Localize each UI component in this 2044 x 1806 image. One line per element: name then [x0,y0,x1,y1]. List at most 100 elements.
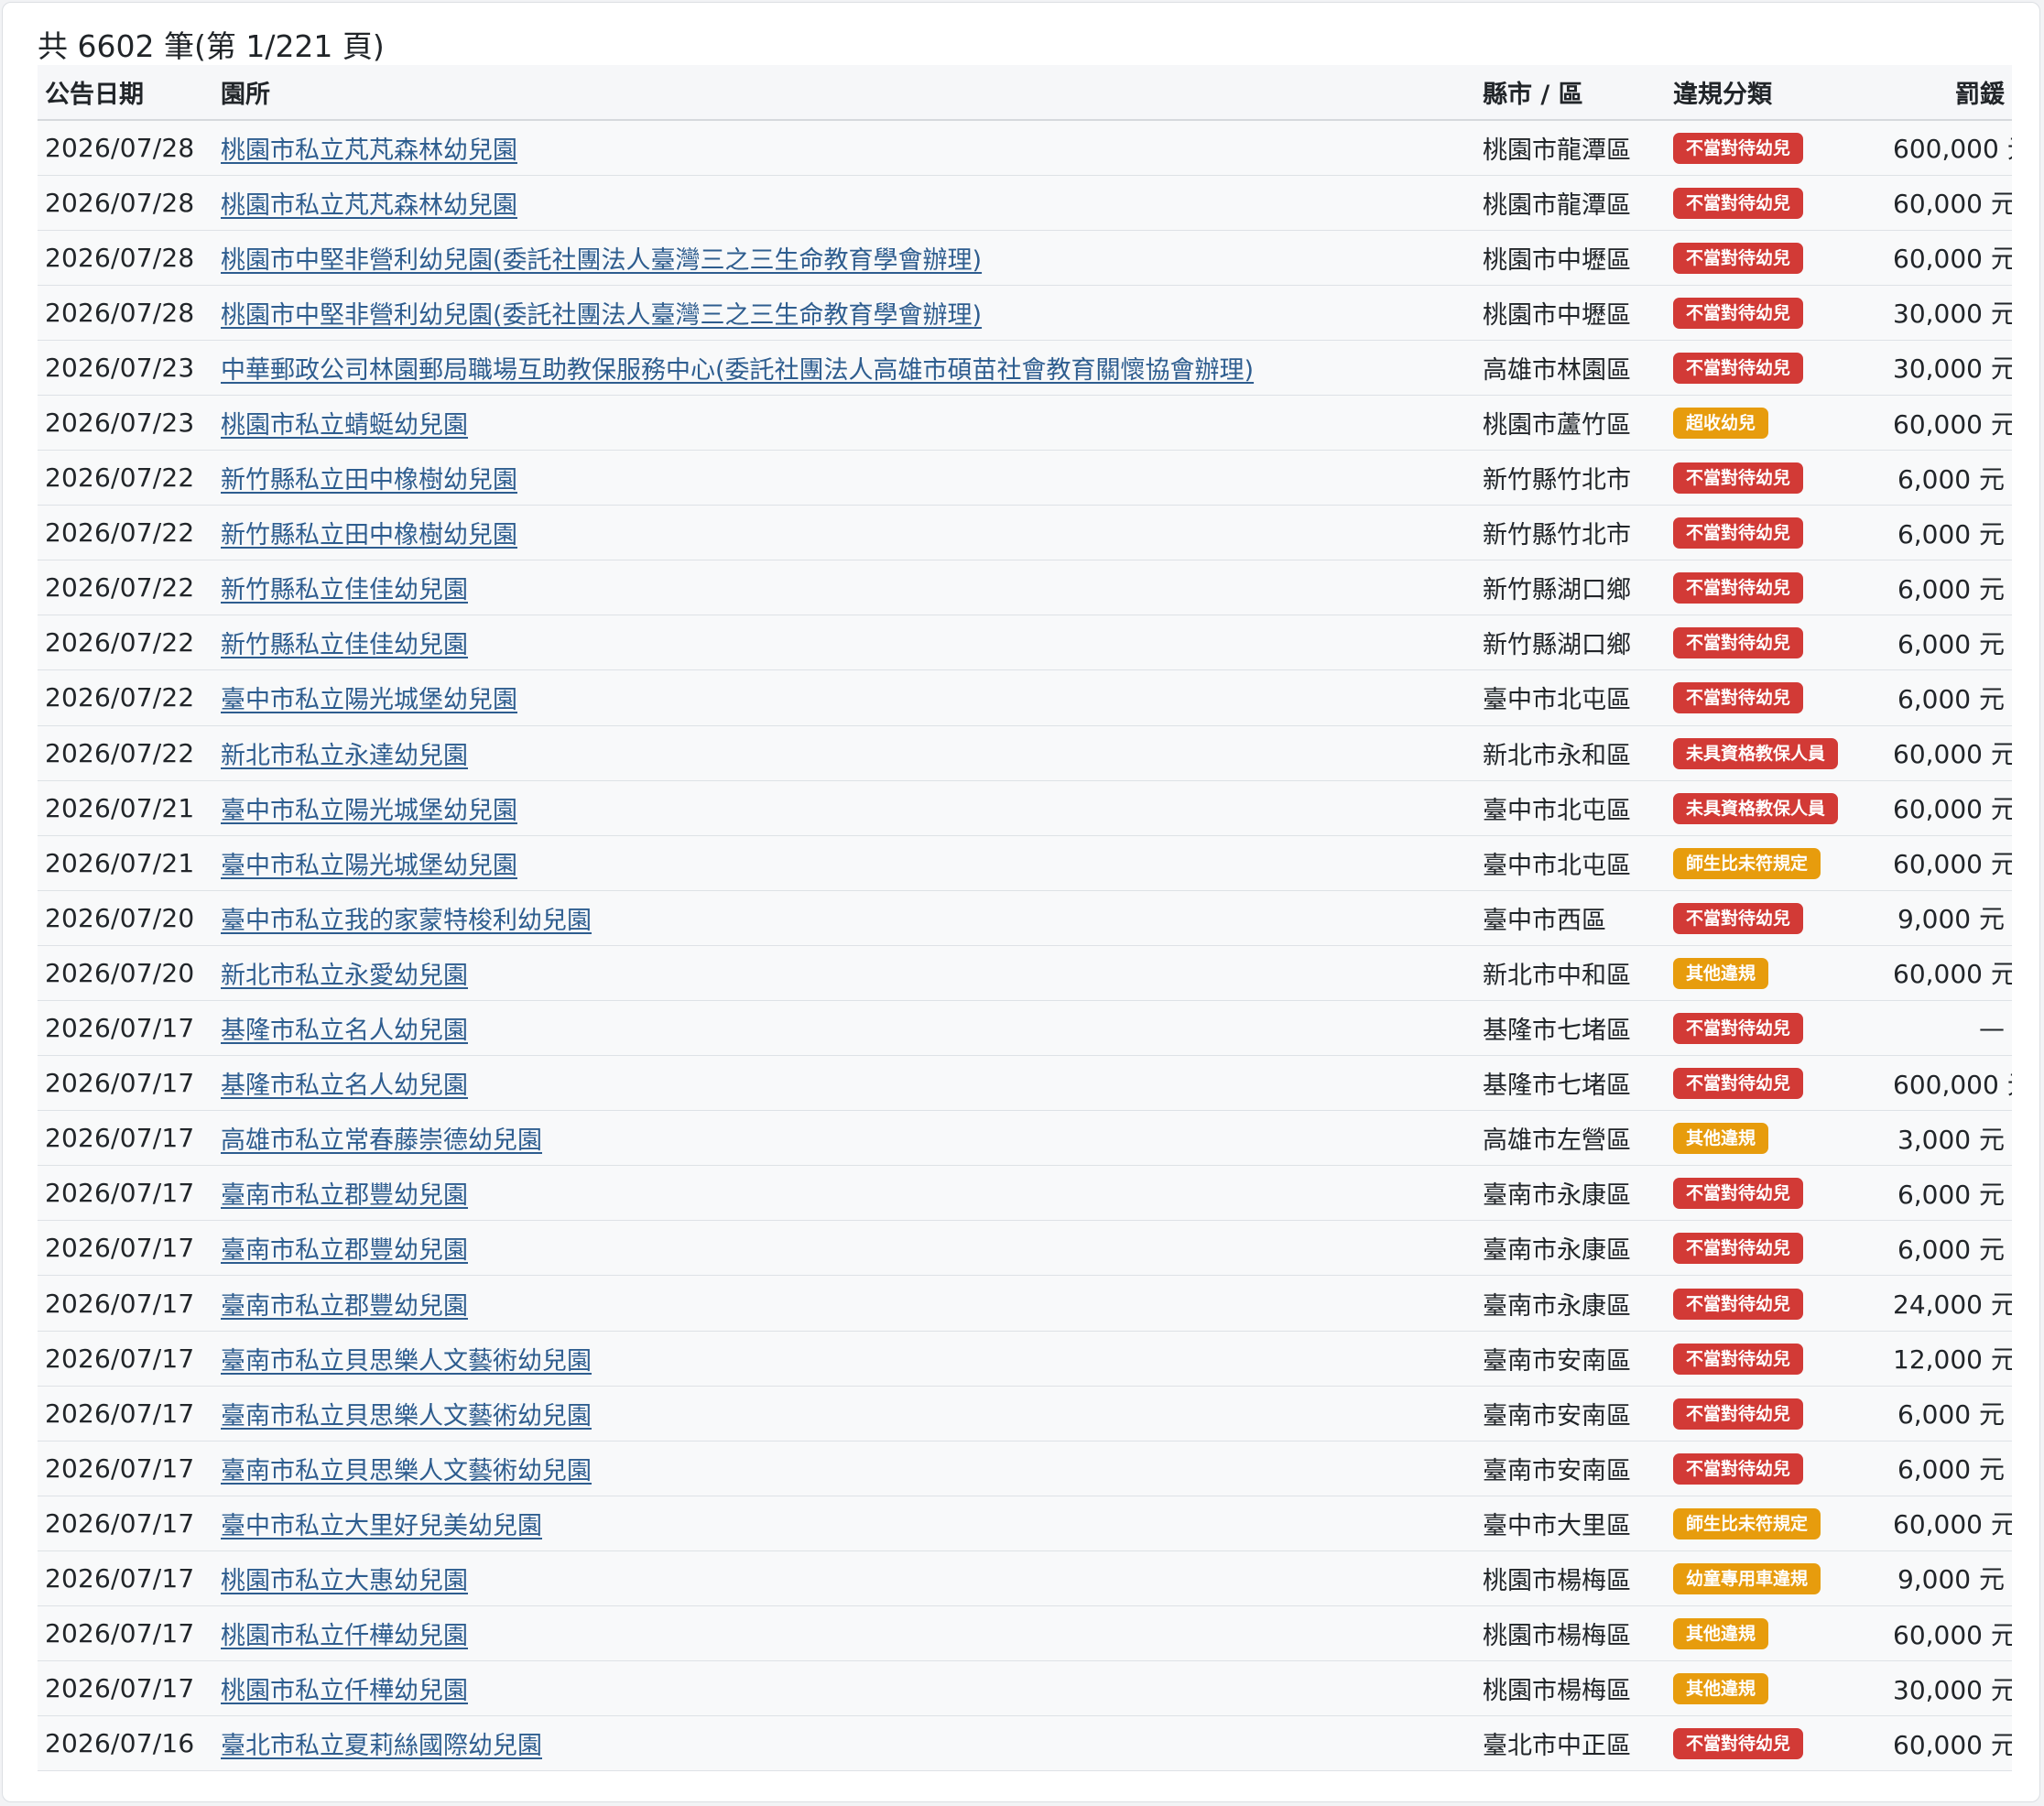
header-row: 公告日期 園所 縣市 / 區 違規分類 罰鍰 [38,65,2012,121]
kindergarten-link[interactable]: 新竹縣私立田中橡樹幼兒園 [221,521,517,549]
announcement-date: 2026/07/21 [38,835,213,891]
fine-amount: 6,000 元 [1886,1441,2012,1496]
category-cell: 不當對待幼兒 [1666,1715,1886,1772]
table-row: 2026/07/28 桃園市中堅非營利幼兒園(委託社團法人臺灣三之三生命教育學會辦… [38,285,2012,341]
kindergarten-link[interactable]: 臺中市私立陽光城堡幼兒園 [221,852,517,880]
table-row: 2026/07/17 高雄市私立常春藤崇德幼兒園 高雄市左營區 其他違規 3,000 元 [38,1110,2012,1167]
kindergarten-link[interactable]: 桃園市私立大惠幼兒園 [221,1567,468,1595]
kindergarten-cell: 基隆市私立名人幼兒園 [213,1000,1475,1057]
violation-category-badge: 不當對待幼兒 [1673,1013,1804,1045]
kindergarten-cell: 桃園市私立大惠幼兒園 [213,1550,1475,1607]
table-header: 公告日期 園所 縣市 / 區 違規分類 罰鍰 [38,65,2012,121]
violation-category-badge: 不當對待幼兒 [1673,902,1804,934]
city-district: 臺北市中正區 [1475,1715,1666,1772]
kindergarten-link[interactable]: 新竹縣私立田中橡樹幼兒園 [221,466,517,495]
kindergarten-link[interactable]: 臺南市私立貝思樂人文藝術幼兒園 [221,1347,592,1376]
kindergarten-link[interactable]: 桃園市中堅非營利幼兒園(委託社團法人臺灣三之三生命教育學會辦理) [221,246,982,275]
city-district: 新竹縣竹北市 [1475,505,1666,561]
kindergarten-link[interactable]: 桃園市私立仟樺幼兒園 [221,1677,468,1705]
category-cell: 不當對待幼兒 [1666,1386,1886,1442]
kindergarten-link[interactable]: 臺中市私立陽光城堡幼兒園 [221,686,517,714]
kindergarten-link[interactable]: 基隆市私立名人幼兒園 [221,1072,468,1100]
kindergarten-cell: 臺南市私立貝思樂人文藝術幼兒園 [213,1386,1475,1442]
column-header-kindergarten: 園所 [213,65,1475,121]
fine-amount: 9,000 元 [1886,890,2012,946]
category-cell: 不當對待幼兒 [1666,340,1886,396]
kindergarten-link[interactable]: 中華郵政公司林園郵局職場互助教保服務中心(委託社團法人高雄市碩苗社會教育關懷協會… [221,356,1254,385]
kindergarten-link[interactable]: 桃園市私立蜻蜓幼兒園 [221,411,468,440]
kindergarten-link[interactable]: 臺南市私立貝思樂人文藝術幼兒園 [221,1402,592,1431]
table-row: 2026/07/22 臺中市私立陽光城堡幼兒園 臺中市北屯區 不當對待幼兒 6,000 … [38,669,2012,726]
kindergarten-cell: 臺南市私立郡豐幼兒園 [213,1220,1475,1277]
announcement-date: 2026/07/17 [38,1000,213,1057]
fine-amount: 60,000 元 [1886,1605,2012,1662]
kindergarten-link[interactable]: 臺中市私立我的家蒙特梭利幼兒園 [221,907,592,935]
city-district: 桃園市中壢區 [1475,285,1666,341]
announcement-date: 2026/07/22 [38,505,213,561]
kindergarten-link[interactable]: 基隆市私立名人幼兒園 [221,1017,468,1045]
announcement-date: 2026/07/22 [38,669,213,726]
announcement-date: 2026/07/28 [38,175,213,231]
kindergarten-link[interactable]: 新竹縣私立佳佳幼兒園 [221,576,468,604]
kindergarten-link[interactable]: 臺南市私立郡豐幼兒園 [221,1181,468,1210]
announcement-date: 2026/07/17 [38,1220,213,1277]
fine-amount: 6,000 元 [1886,560,2012,616]
kindergarten-link[interactable]: 臺南市私立貝思樂人文藝術幼兒園 [221,1457,592,1485]
fine-amount: 6,000 元 [1886,450,2012,506]
violation-category-badge: 不當對待幼兒 [1673,627,1804,659]
category-cell: 不當對待幼兒 [1666,505,1886,561]
category-cell: 不當對待幼兒 [1666,285,1886,341]
table-row: 2026/07/22 新竹縣私立田中橡樹幼兒園 新竹縣竹北市 不當對待幼兒 6,000 … [38,450,2012,506]
category-cell: 師生比未符規定 [1666,835,1886,891]
fine-amount: 600,000 元 [1886,120,2012,176]
kindergarten-link[interactable]: 臺中市私立大里好兒美幼兒園 [221,1512,542,1540]
fine-amount: 9,000 元 [1886,1550,2012,1607]
fine-amount: 3,000 元 [1886,1110,2012,1167]
kindergarten-link[interactable]: 桃園市私立芃芃森林幼兒園 [221,191,517,220]
table-row: 2026/07/28 桃園市中堅非營利幼兒園(委託社團法人臺灣三之三生命教育學會辦… [38,230,2012,286]
kindergarten-link[interactable]: 臺中市私立陽光城堡幼兒園 [221,797,517,825]
results-panel: 共 6602 筆(第 1/221 頁) 公告日期 園所 縣市 / 區 違規分類 … [2,2,2040,1802]
kindergarten-link[interactable]: 新竹縣私立佳佳幼兒園 [221,631,468,659]
announcement-date: 2026/07/17 [38,1605,213,1662]
announcement-date: 2026/07/20 [38,890,213,946]
kindergarten-link[interactable]: 桃園市私立芃芃森林幼兒園 [221,136,517,165]
column-header-area: 縣市 / 區 [1475,65,1666,121]
kindergarten-cell: 桃園市中堅非營利幼兒園(委託社團法人臺灣三之三生命教育學會辦理) [213,230,1475,286]
kindergarten-cell: 高雄市私立常春藤崇德幼兒園 [213,1110,1475,1167]
kindergarten-link[interactable]: 臺北市私立夏莉絲國際幼兒園 [221,1732,542,1760]
result-count-summary: 共 6602 筆(第 1/221 頁) [38,28,385,64]
fine-amount: 6,000 元 [1886,1220,2012,1277]
announcement-date: 2026/07/28 [38,230,213,286]
city-district: 臺中市大里區 [1475,1496,1666,1551]
violation-category-badge: 不當對待幼兒 [1673,572,1804,604]
category-cell: 幼童專用車違規 [1666,1550,1886,1607]
kindergarten-link[interactable]: 高雄市私立常春藤崇德幼兒園 [221,1126,542,1155]
kindergarten-cell: 桃園市私立仟樺幼兒園 [213,1660,1475,1717]
kindergarten-link[interactable]: 桃園市中堅非營利幼兒園(委託社團法人臺灣三之三生命教育學會辦理) [221,301,982,330]
city-district: 基隆市七堵區 [1475,1055,1666,1112]
kindergarten-cell: 桃園市私立芃芃森林幼兒園 [213,175,1475,231]
kindergarten-cell: 臺中市私立陽光城堡幼兒園 [213,669,1475,726]
city-district: 桃園市中壢區 [1475,230,1666,286]
kindergarten-cell: 桃園市私立仟樺幼兒園 [213,1605,1475,1662]
announcement-date: 2026/07/17 [38,1441,213,1496]
table-row: 2026/07/17 臺南市私立郡豐幼兒園 臺南市永康區 不當對待幼兒 6,000 元 [38,1165,2012,1222]
kindergarten-link[interactable]: 臺南市私立郡豐幼兒園 [221,1236,468,1265]
city-district: 臺南市永康區 [1475,1275,1666,1332]
fine-amount: 12,000 元 [1886,1331,2012,1387]
kindergarten-link[interactable]: 臺南市私立郡豐幼兒園 [221,1292,468,1321]
announcement-date: 2026/07/22 [38,725,213,781]
fine-amount: 6,000 元 [1886,505,2012,561]
kindergarten-link[interactable]: 新北市私立永達幼兒園 [221,742,468,770]
kindergarten-link[interactable]: 桃園市私立仟樺幼兒園 [221,1622,468,1650]
table-row: 2026/07/17 桃園市私立仟樺幼兒園 桃園市楊梅區 其他違規 60,000 元 [38,1605,2012,1662]
violation-category-badge: 不當對待幼兒 [1673,517,1804,549]
category-cell: 不當對待幼兒 [1666,450,1886,506]
kindergarten-cell: 新北市私立永達幼兒園 [213,725,1475,781]
announcement-date: 2026/07/17 [38,1660,213,1717]
kindergarten-link[interactable]: 新北市私立永愛幼兒園 [221,962,468,990]
announcement-date: 2026/07/22 [38,450,213,506]
announcement-date: 2026/07/22 [38,560,213,616]
category-cell: 不當對待幼兒 [1666,890,1886,946]
